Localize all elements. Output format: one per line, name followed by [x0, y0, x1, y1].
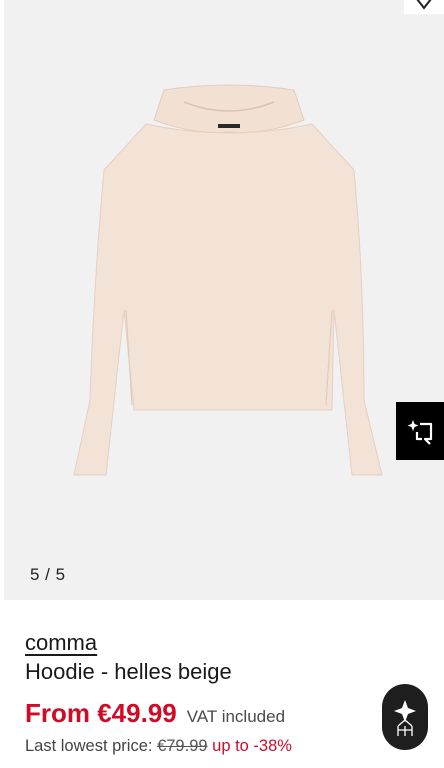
product-gallery[interactable]: 5 / 5: [4, 0, 444, 600]
lowest-price-row: Last lowest price: €79.99 up to -38%: [25, 737, 444, 756]
price: From €49.99: [25, 698, 177, 728]
sparkle-frame-icon: [407, 420, 433, 445]
product-image[interactable]: [64, 80, 394, 480]
lowest-price-label: Last lowest price:: [25, 737, 153, 755]
old-price: €79.99: [157, 737, 208, 755]
vat-note: VAT included: [186, 707, 286, 726]
virtual-try-on-button[interactable]: [396, 402, 444, 460]
heart-icon: [416, 0, 432, 10]
brand-link[interactable]: comma: [25, 630, 444, 656]
diamond-logo-icon: [394, 700, 416, 736]
product-info: comma Hoodie - helles beige From €49.99 …: [25, 630, 444, 756]
product-name: Hoodie - helles beige: [25, 659, 232, 684]
image-counter: 5 / 5: [30, 565, 66, 584]
shop-assistant-button[interactable]: [382, 684, 428, 750]
wishlist-button[interactable]: [404, 0, 444, 14]
discount-label: up to -38%: [212, 737, 292, 755]
